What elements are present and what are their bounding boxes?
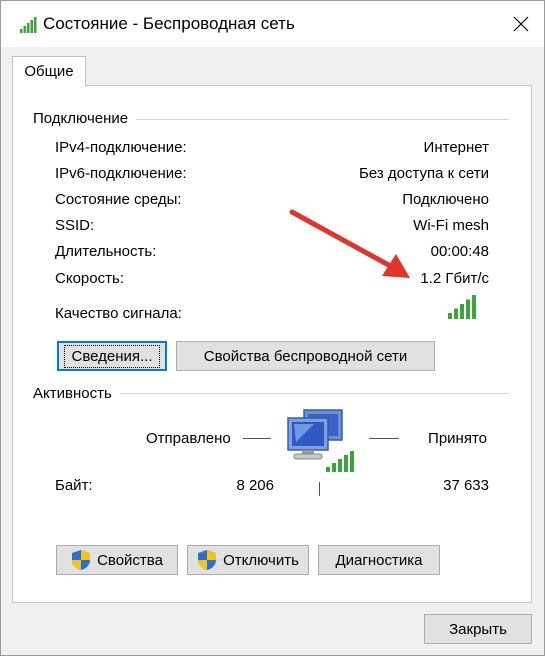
details-button-label: Сведения... xyxy=(64,344,160,368)
signal-bar xyxy=(448,313,452,319)
signal-strength-icon xyxy=(448,295,476,319)
uac-shield-icon xyxy=(72,550,91,570)
ssid-value: Wi-Fi mesh xyxy=(413,217,489,234)
window-title: Состояние - Беспроводная сеть xyxy=(43,14,295,33)
network-status-window: Состояние - Беспроводная сеть Общие Подк… xyxy=(0,0,545,656)
properties-button[interactable]: Свойства xyxy=(56,545,178,575)
tab-general-label: Общие xyxy=(24,63,74,80)
tab-panel-general: Подключение IPv4-подключение: Интернет I… xyxy=(12,85,532,603)
media-state-label: Состояние среды: xyxy=(55,191,182,208)
disable-button-label: Отключить xyxy=(223,551,299,569)
bytes-label: Байт: xyxy=(55,477,93,494)
close-button[interactable]: Закрыть xyxy=(424,614,532,644)
title-bar[interactable]: Состояние - Беспроводная сеть xyxy=(1,1,544,47)
signal-bar xyxy=(350,451,354,472)
close-icon xyxy=(513,16,529,32)
uac-shield-icon xyxy=(198,550,217,570)
received-label: Принято xyxy=(428,430,487,447)
bytes-sent-value: 8 206 xyxy=(236,477,274,494)
close-window-button[interactable] xyxy=(498,1,544,47)
tab-general[interactable]: Общие xyxy=(12,56,86,86)
signal-bar xyxy=(332,463,336,472)
sent-connector-line xyxy=(243,438,271,439)
duration-label: Длительность: xyxy=(55,243,157,260)
signal-bar xyxy=(338,459,342,472)
signal-bar xyxy=(326,467,330,472)
connection-group-title: Подключение xyxy=(33,110,137,127)
received-connector-line xyxy=(369,438,399,439)
signal-bar xyxy=(344,455,348,472)
signal-bar xyxy=(454,308,458,319)
speed-value: 1.2 Гбит/с xyxy=(420,270,489,287)
diagnostics-button[interactable]: Диагностика xyxy=(318,545,440,575)
properties-button-label: Свойства xyxy=(97,551,163,569)
sent-label: Отправлено xyxy=(146,430,231,447)
signal-bar xyxy=(466,299,470,319)
wireless-properties-button[interactable]: Свойства беспроводной сети xyxy=(176,341,435,371)
signal-bar xyxy=(460,304,464,319)
ipv4-value: Интернет xyxy=(423,139,489,156)
activity-divider-line xyxy=(319,482,320,496)
ipv6-value: Без доступа к сети xyxy=(359,165,489,182)
close-button-label: Закрыть xyxy=(449,620,507,638)
wireless-properties-button-label: Свойства беспроводной сети xyxy=(203,347,408,365)
bytes-received-value: 37 633 xyxy=(443,477,489,494)
details-button[interactable]: Сведения... xyxy=(57,341,167,371)
disable-button[interactable]: Отключить xyxy=(187,545,309,575)
duration-value: 00:00:48 xyxy=(430,243,489,260)
speed-label: Скорость: xyxy=(55,270,124,287)
ipv4-label: IPv4-подключение: xyxy=(55,139,187,156)
ipv6-label: IPv6-подключение: xyxy=(55,165,187,182)
wifi-signal-icon xyxy=(20,17,37,33)
ssid-label: SSID: xyxy=(55,217,95,234)
diagnostics-button-label: Диагностика xyxy=(335,551,423,569)
signal-bar xyxy=(472,295,476,319)
signal-quality-label: Качество сигнала: xyxy=(55,305,182,322)
network-computers-icon xyxy=(287,409,354,472)
media-state-value: Подключено xyxy=(402,191,489,208)
activity-group-title: Активность xyxy=(33,385,120,402)
